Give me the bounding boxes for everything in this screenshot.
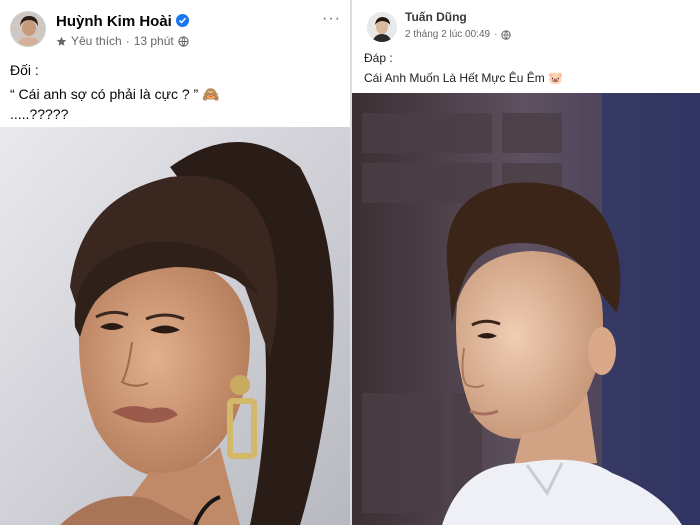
post-text: Đối : “ Cái anh sợ có phải là cực ? ” 🙈 …: [10, 60, 220, 124]
post-time[interactable]: 2 tháng 2 lúc 00:49: [405, 29, 490, 40]
right-post: Tuấn Dũng 2 tháng 2 lúc 00:49 · Đáp : Cá…: [352, 0, 700, 525]
globe-icon[interactable]: [178, 35, 189, 47]
post-meta: 2 tháng 2 lúc 00:49 ·: [405, 29, 512, 40]
verified-badge-icon: [175, 14, 189, 27]
post-text-line: “ Cái anh sợ có phải là cực ? ” 🙈: [10, 86, 220, 102]
author-name[interactable]: Tuấn Dũng: [405, 10, 467, 24]
avatar[interactable]: [10, 11, 46, 47]
meta-separator: ·: [494, 29, 498, 40]
post-meta: Yêu thích · 13 phút: [56, 34, 189, 48]
post-text-line: Cái Anh Muốn Là Hết Mực Êu Êm 🐷: [364, 71, 564, 85]
post-text: Đáp : Cái Anh Muốn Là Hết Mực Êu Êm 🐷: [364, 50, 563, 87]
meta-separator: ·: [125, 34, 130, 48]
post-text-line: .....?????: [10, 106, 69, 122]
portrait-woman-photo[interactable]: [0, 127, 350, 525]
more-options-button[interactable]: ···: [322, 10, 341, 28]
author-name[interactable]: Huỳnh Kim Hoài: [56, 13, 189, 30]
post-time[interactable]: 13 phút: [134, 34, 174, 48]
avatar[interactable]: [367, 12, 397, 42]
post-text-line: Đáp :: [364, 51, 393, 65]
portrait-man-photo[interactable]: [352, 93, 700, 525]
post-text-line: Đối :: [10, 62, 39, 78]
star-icon: [56, 36, 67, 46]
favorite-label[interactable]: Yêu thích: [71, 34, 122, 48]
globe-icon[interactable]: [501, 29, 512, 40]
left-post: Huỳnh Kim Hoài Yêu thích · 13 phút ··· Đ…: [0, 0, 350, 525]
